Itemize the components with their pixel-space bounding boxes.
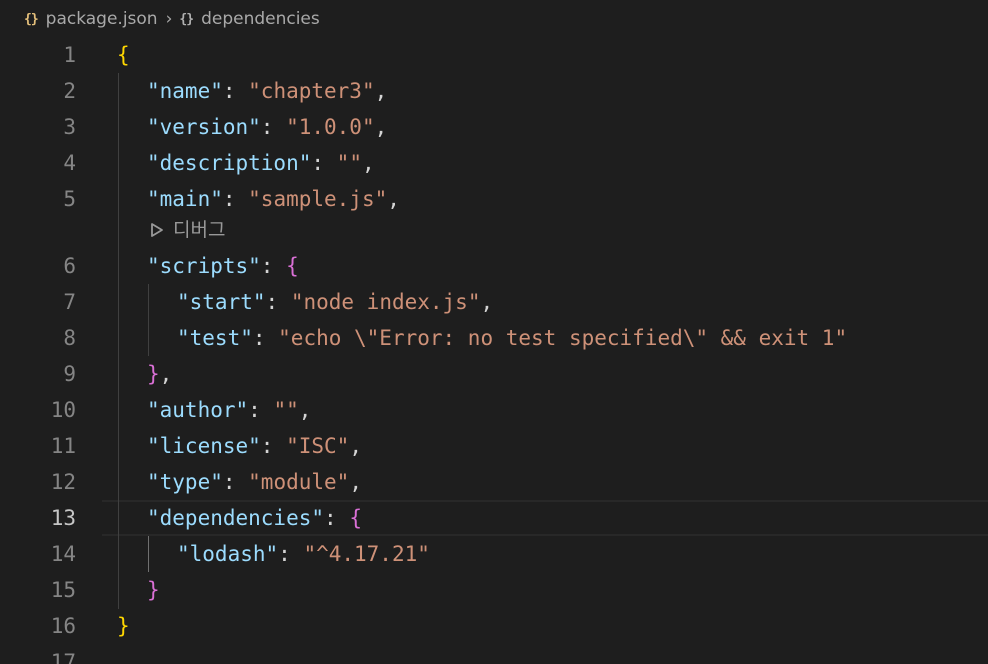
punctuation: : xyxy=(222,187,249,211)
code-line[interactable]: "test": "echo \"Error: no test specified… xyxy=(177,320,847,356)
line-number: 2 xyxy=(63,79,76,103)
json-key: "name" xyxy=(147,79,223,103)
bracket: } xyxy=(117,614,130,638)
json-key: "lodash" xyxy=(177,542,279,566)
code-line[interactable]: "type": "module", xyxy=(147,464,362,500)
line-number: 10 xyxy=(50,398,76,422)
indent-guide-active xyxy=(148,536,149,572)
code-line[interactable]: { xyxy=(117,37,130,73)
line-number: 11 xyxy=(50,434,76,458)
json-key: "dependencies" xyxy=(147,506,325,530)
line-number: 8 xyxy=(63,326,76,350)
breadcrumb: {} package.json › {} dependencies xyxy=(0,0,988,38)
json-string: "echo \"Error: no test specified\" && ex… xyxy=(278,326,848,350)
json-key: "type" xyxy=(147,470,223,494)
punctuation: : xyxy=(252,326,279,350)
json-string: "chapter3" xyxy=(248,79,375,103)
punctuation: , xyxy=(374,79,388,103)
punctuation: : xyxy=(265,290,291,314)
line-number: 17 xyxy=(50,650,76,664)
play-outline-icon xyxy=(151,223,163,237)
line-number: 4 xyxy=(63,151,76,175)
punctuation: , xyxy=(298,398,312,422)
line-number: 9 xyxy=(63,362,76,386)
indent-guide xyxy=(118,73,119,609)
code-line[interactable]: "dependencies": { xyxy=(147,500,362,536)
line-number: 12 xyxy=(50,470,76,494)
punctuation: : xyxy=(222,470,249,494)
bracket: { xyxy=(349,506,362,530)
line-number: 6 xyxy=(63,254,76,278)
breadcrumb-item-node[interactable]: {} dependencies xyxy=(179,9,319,29)
punctuation: , xyxy=(361,151,375,175)
breadcrumb-item-file[interactable]: {} package.json xyxy=(24,9,158,29)
punctuation: : xyxy=(278,542,304,566)
code-line[interactable]: }, xyxy=(147,356,172,392)
punctuation: : xyxy=(311,151,337,175)
line-number: 5 xyxy=(63,187,76,211)
bracket: } xyxy=(147,578,160,602)
code-line[interactable]: "name": "chapter3", xyxy=(147,73,387,109)
json-key: "main" xyxy=(147,187,223,211)
json-key: "version" xyxy=(147,115,261,139)
json-key: "test" xyxy=(177,326,253,350)
line-number: 13 xyxy=(50,506,76,530)
json-key: "scripts" xyxy=(147,254,261,278)
punctuation: , xyxy=(349,434,362,458)
code-line[interactable]: "license": "ISC", xyxy=(147,428,362,464)
punctuation: , xyxy=(374,115,388,139)
line-number: 3 xyxy=(63,115,76,139)
breadcrumb-file-label: package.json xyxy=(45,9,158,29)
json-key: "description" xyxy=(147,151,312,175)
json-string: "^4.17.21" xyxy=(303,542,430,566)
punctuation: , xyxy=(349,470,362,494)
json-braces-icon: {} xyxy=(24,11,39,27)
json-string: "node index.js" xyxy=(290,290,481,314)
code-line[interactable]: "version": "1.0.0", xyxy=(147,109,387,145)
line-number: 15 xyxy=(50,578,76,602)
bracket: } xyxy=(147,362,160,386)
json-key: "start" xyxy=(177,290,266,314)
line-number: 1 xyxy=(63,43,76,67)
breadcrumb-separator: › xyxy=(165,9,173,29)
json-string: "" xyxy=(273,398,299,422)
line-number: 14 xyxy=(50,542,76,566)
json-string: "ISC" xyxy=(286,434,350,458)
punctuation: : xyxy=(260,434,287,458)
codelens-debug[interactable]: 디버그 xyxy=(150,212,225,248)
json-string: "module" xyxy=(248,470,350,494)
breadcrumb-node-label: dependencies xyxy=(201,9,320,29)
indent-guide xyxy=(148,284,149,356)
punctuation: : xyxy=(324,506,350,530)
json-braces-icon: {} xyxy=(179,11,194,27)
code-line[interactable]: "scripts": { xyxy=(147,248,299,284)
json-string: "sample.js" xyxy=(248,187,388,211)
json-string: "" xyxy=(336,151,362,175)
line-number: 16 xyxy=(50,614,76,638)
code-line[interactable]: } xyxy=(117,608,130,644)
punctuation: : xyxy=(222,79,249,103)
punctuation: , xyxy=(387,187,400,211)
code-line[interactable]: "author": "", xyxy=(147,392,311,428)
line-number: 7 xyxy=(63,290,76,314)
json-key: "license" xyxy=(147,434,261,458)
codelens-label: 디버그 xyxy=(173,219,226,241)
punctuation: , xyxy=(159,362,173,386)
json-key: "author" xyxy=(147,398,249,422)
punctuation: : xyxy=(260,254,287,278)
code-line[interactable]: "start": "node index.js", xyxy=(177,284,493,320)
code-editor[interactable]: {} package.json › {} dependencies 123456… xyxy=(0,0,988,664)
bracket: { xyxy=(117,43,130,67)
punctuation: : xyxy=(248,398,274,422)
bracket: { xyxy=(286,254,299,278)
code-line[interactable]: "description": "", xyxy=(147,145,375,181)
code-line[interactable]: "lodash": "^4.17.21" xyxy=(177,536,430,572)
punctuation: , xyxy=(480,290,494,314)
json-string: "1.0.0" xyxy=(286,115,375,139)
code-line[interactable]: } xyxy=(147,572,160,608)
punctuation: : xyxy=(260,115,287,139)
